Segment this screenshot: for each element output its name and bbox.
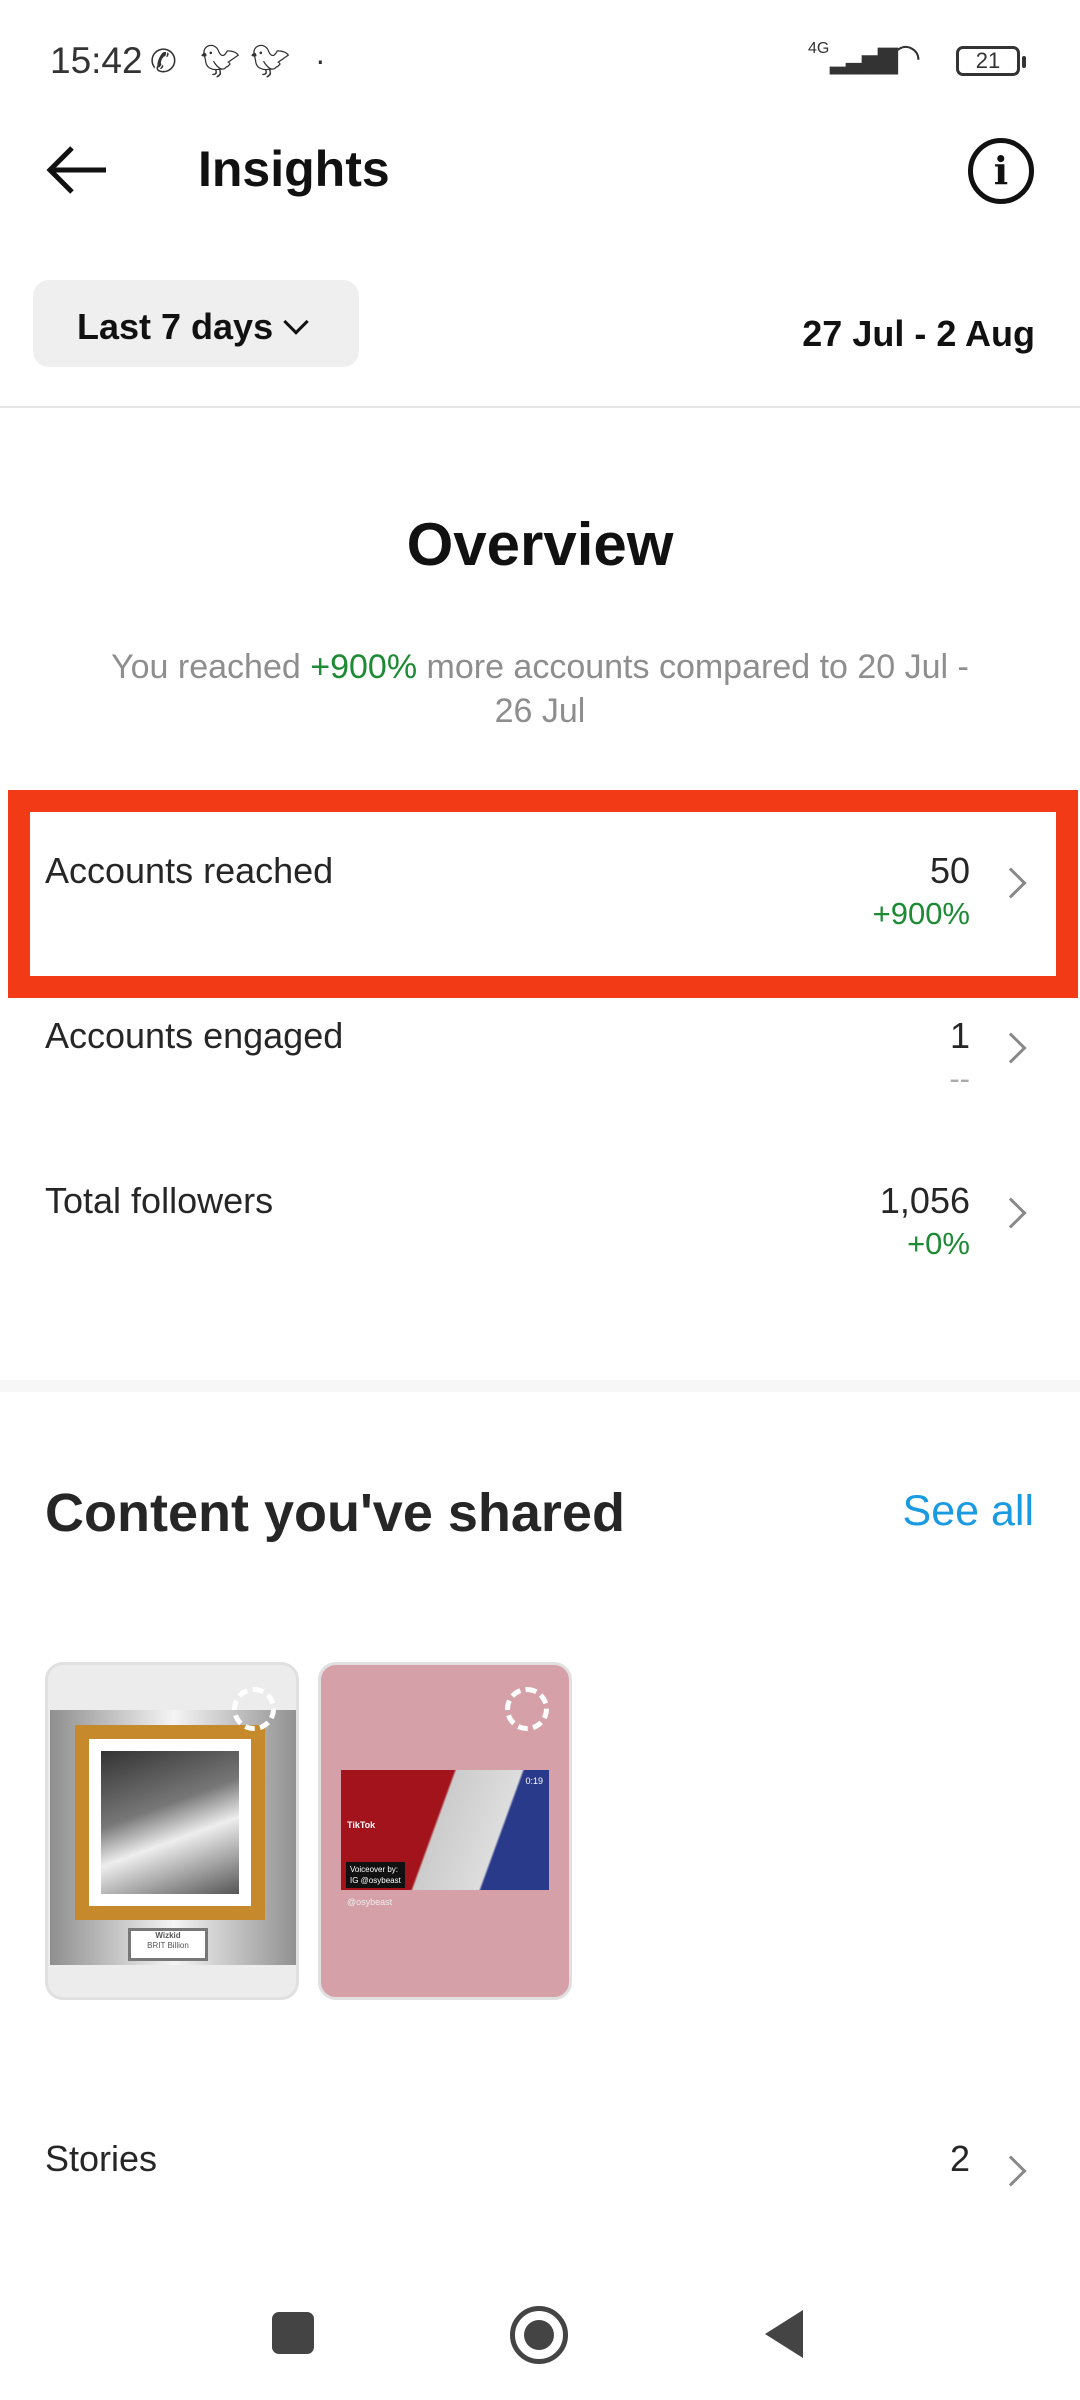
video-duration: 0:19 — [525, 1776, 543, 1786]
plaque-sub: BRIT Billion — [147, 1941, 189, 1950]
plaque-name: Wizkid — [155, 1931, 181, 1940]
voiceover-text: Voiceover by: — [350, 1865, 399, 1874]
page-title: Insights — [198, 141, 390, 197]
date-range-label: Last 7 days — [77, 306, 274, 347]
chevron-right-icon — [995, 1197, 1027, 1229]
loading-spinner-icon — [232, 1687, 276, 1731]
loading-spinner-icon — [505, 1687, 549, 1731]
info-icon[interactable]: i — [968, 138, 1034, 204]
row-delta: -- — [949, 1061, 970, 1096]
chevron-right-icon — [995, 2155, 1027, 2187]
date-range-dropdown[interactable]: Last 7 days — [33, 280, 359, 367]
wifi-icon: ◠ — [890, 36, 922, 77]
handle-text: @osybeast — [347, 1897, 393, 1907]
section-divider — [0, 1380, 1080, 1392]
video-preview: 0:19 TikTok Voiceover by: IG @osybeast — [341, 1770, 549, 1890]
home-button[interactable] — [510, 2306, 568, 2364]
summary-delta: +900% — [310, 648, 418, 686]
row-label: Stories — [45, 2138, 158, 2179]
content-section-title: Content you've shared — [45, 1483, 625, 1543]
network-type: 4G — [808, 40, 830, 57]
divider — [0, 406, 1080, 408]
whatsapp-icon: ✆ — [150, 43, 177, 79]
row-accounts-engaged[interactable]: Accounts engaged 1 -- — [0, 1015, 1080, 1155]
battery-icon: 21 — [956, 46, 1026, 76]
row-value: 1,056 — [879, 1180, 970, 1221]
twitter-icon: 🐦︎ — [250, 43, 291, 79]
back-button[interactable] — [765, 2310, 803, 2358]
voiceover-caption: Voiceover by: IG @osybeast — [346, 1862, 405, 1888]
story-thumbnail[interactable]: Wizkid BRIT Billion — [45, 1662, 299, 2000]
highlight-box — [8, 790, 1078, 998]
status-bar: 15:42 ✆ 🐦︎ 🐦︎ · 4G ▂▃▅▇ ◠ 21 — [0, 0, 1080, 120]
chevron-right-icon — [995, 1032, 1027, 1064]
date-range-text: 27 Jul - 2 Aug — [802, 313, 1035, 354]
row-value: 2 — [949, 2138, 970, 2179]
chevron-down-icon — [283, 309, 309, 335]
recents-button[interactable] — [272, 2312, 314, 2354]
row-label: Accounts engaged — [45, 1015, 344, 1056]
signal-icon: ▂▃▅▇ — [830, 44, 898, 74]
row-total-followers[interactable]: Total followers 1,056 +0% — [0, 1180, 1080, 1320]
thumbnail-image: Wizkid BRIT Billion — [50, 1710, 296, 1965]
row-stories[interactable]: Stories 2 — [0, 2138, 1080, 2278]
voiceover-handle: IG @osybeast — [350, 1876, 401, 1885]
overview-summary: You reached +900% more accounts compared… — [90, 645, 990, 733]
tiktok-label: TikTok — [347, 1820, 376, 1830]
back-arrow-icon[interactable] — [42, 140, 112, 200]
row-label: Total followers — [45, 1180, 274, 1221]
summary-text: more accounts compared to 20 Jul - 26 Ju… — [417, 648, 969, 730]
row-value: 1 — [949, 1015, 970, 1056]
status-time: 15:42 — [50, 40, 143, 81]
twitter-icon: 🐦︎ — [200, 43, 241, 79]
see-all-link[interactable]: See all — [903, 1487, 1034, 1536]
summary-text: You reached — [111, 648, 311, 686]
row-delta: +0% — [907, 1226, 970, 1261]
plaque: Wizkid BRIT Billion — [128, 1928, 208, 1961]
story-thumbnail[interactable]: 0:19 TikTok Voiceover by: IG @osybeast @o… — [318, 1662, 572, 2000]
dot-icon: · — [315, 42, 326, 78]
overview-title: Overview — [406, 511, 674, 578]
